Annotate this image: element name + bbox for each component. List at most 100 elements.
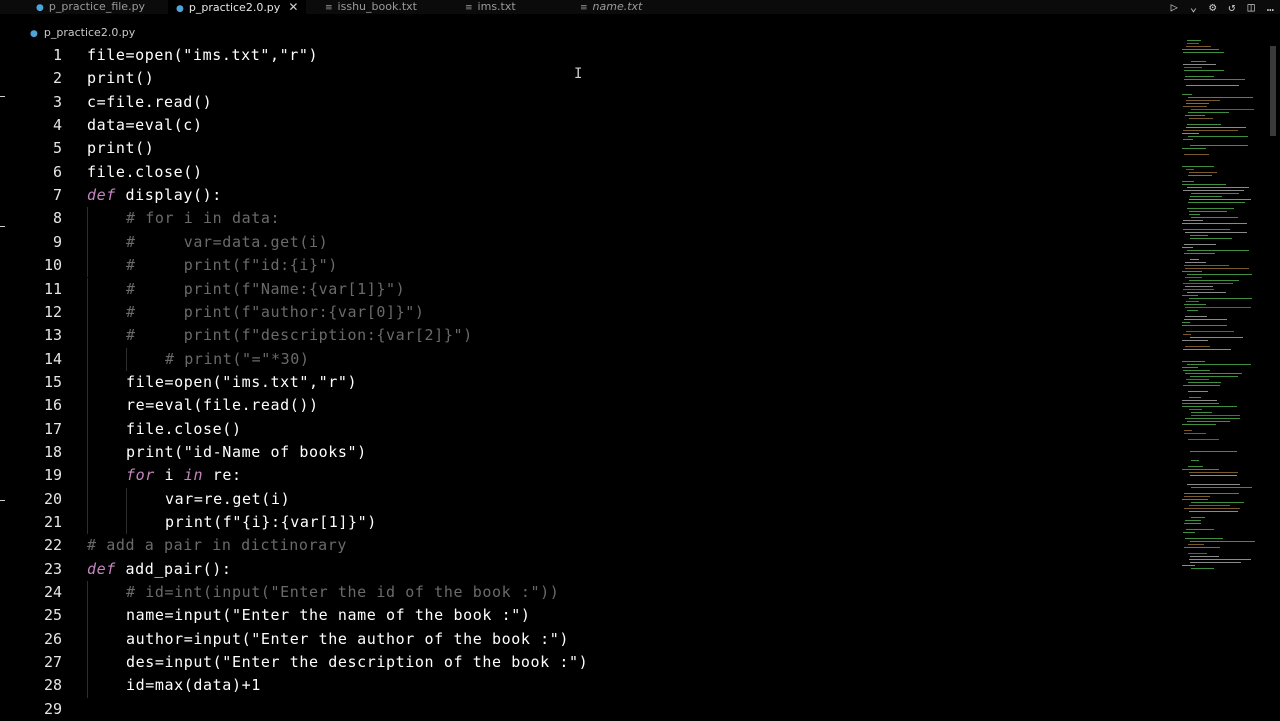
tab-4[interactable]: ≡ name.txt [572,0,650,14]
minimap-line [1185,316,1207,317]
code-line[interactable]: 15 file=open("ims.txt","r") [0,370,1170,395]
minimap-line [1191,412,1212,413]
code-line[interactable]: 12 # print(f"author:{var[0]}") [0,300,1170,325]
minimap-line [1190,556,1219,557]
code-line[interactable]: 25 name=input("Enter the name of the book… [0,604,1170,628]
minimap-line [1191,415,1240,416]
minimap-line [1184,433,1206,434]
minimap-line [1191,568,1214,569]
code-editor[interactable]: 1 file=open("ims.txt","r") 2 print() 3 c=file… [0,44,1170,720]
minimap-line [1185,520,1201,521]
minimap-line [1189,214,1200,215]
code-line[interactable]: 1 file=open("ims.txt","r") [0,44,1170,67]
breadcrumb-file: p_practice2.0.py [43,26,136,39]
tab-2[interactable]: ≡ isshu_book.txt [317,0,425,14]
indent-guide [87,324,88,348]
code-token: re: [203,466,242,485]
code-token: print("id-Name of books") [126,442,367,461]
code-line[interactable]: 10 # print(f"id:{i}") [0,254,1170,278]
minimap-line [1182,181,1194,182]
code-line[interactable]: 9 # var=data.get(i) [0,230,1170,255]
code-line[interactable]: 5 print() [0,137,1170,160]
minimap-line [1191,109,1254,110]
code-token: var=re.get(i) [165,489,291,508]
minimap-line [1187,274,1252,275]
minimap-line [1188,544,1204,545]
minimap-line [1182,184,1226,185]
comment-token: # add a pair in dictinorary [87,536,348,555]
code-line[interactable]: 26 author=input("Enter the author of the … [0,627,1170,652]
minimap-line [1185,115,1205,116]
minimap-line [1190,196,1222,197]
editor-actions: ▷ ⌄ ⚙ ↺ ◫ … [1171,0,1274,14]
minimap-line [1185,373,1242,374]
breadcrumb[interactable]: ● p_practice2.0.py [30,26,135,42]
code-line[interactable]: 21 print(f"{i}:{var[1]}") [0,511,1170,535]
minimap-line [1190,475,1237,476]
code-line[interactable]: 17 file.close() [0,417,1170,441]
minimap-line [1183,139,1193,140]
minimap-line [1188,391,1208,392]
minimap-line [1184,496,1210,497]
code-line[interactable]: 23 def add_pair(): [0,558,1170,581]
code-line[interactable]: 2 print() [0,67,1170,90]
minimap-line [1182,295,1198,296]
run-icon[interactable]: ▷ [1171,0,1178,14]
minimap-line [1182,223,1247,224]
code-line[interactable]: 28 id=max(data)+1 [0,674,1170,698]
tab-3[interactable]: ≡ ims.txt [457,0,524,14]
scrollbar-thumb[interactable] [1270,46,1276,136]
tab-0[interactable]: ● p_practice_file.py [28,0,153,14]
minimap-line [1187,250,1249,251]
code-line[interactable]: 27 des=input("Enter the description of th… [0,651,1170,675]
code-text: def add_pair(): [87,558,231,581]
line-number: 9 [52,232,62,251]
minimap-line [1186,100,1220,101]
minimap-line [1184,79,1245,80]
minimap[interactable] [1178,40,1268,580]
code-line[interactable]: 4 data=eval(c) [0,114,1170,137]
split-editor-icon[interactable]: ◫ [1248,0,1255,14]
code-text: file=open("ims.txt","r") [87,44,318,67]
minimap-line [1189,172,1217,173]
minimap-line [1189,559,1251,560]
minimap-line [1190,337,1243,338]
code-line[interactable]: 11 # print(f"Name:{var[1]}") [0,277,1170,301]
vertical-scrollbar[interactable] [1270,40,1278,720]
minimap-line [1187,421,1230,422]
close-icon[interactable]: ✕ [288,0,298,14]
code-line[interactable]: 14 # print("="*30) [0,347,1170,371]
minimap-line [1182,424,1216,425]
code-line[interactable]: 7 def display(): [0,184,1170,207]
code-line[interactable]: 24 # id=int(input("Enter the id of the bo… [0,581,1170,605]
minimap-line [1188,553,1207,554]
minimap-line [1189,211,1227,212]
history-icon[interactable]: ↺ [1228,0,1235,14]
more-icon[interactable]: … [1267,0,1274,14]
code-line[interactable]: 6 file.close() [0,161,1170,184]
code-line[interactable]: 13 # print(f"description:{var[2]}") [0,324,1170,348]
code-line[interactable]: 16 re=eval(file.read()) [0,394,1170,418]
code-line[interactable]: 22 # add a pair in dictinorary [0,534,1170,557]
indent-guide [87,370,88,395]
code-token: id=max(data)+1 [126,676,261,695]
comment-token: # print(f"id:{i}") [126,256,338,275]
code-line[interactable]: 18 print("id-Name of books") [0,440,1170,465]
chevron-down-icon[interactable]: ⌄ [1190,0,1197,14]
minimap-line [1187,124,1221,125]
comment-token: # var=data.get(i) [126,232,329,251]
keyword-token: for [126,466,155,485]
minimap-line [1188,175,1212,176]
code-line[interactable]: 29 [0,698,1170,721]
tab-1[interactable]: ● p_practice2.0.py ✕ [168,0,307,14]
code-line[interactable]: 19 for i in re: [0,464,1170,488]
code-text: des=input("Enter the description of the … [126,651,588,674]
line-number: 15 [43,372,62,391]
code-line[interactable]: 8 # for i in data: [0,207,1170,231]
code-line[interactable]: 20 var=re.get(i) [0,487,1170,511]
code-text: print("id-Name of books") [126,441,367,464]
indent-guide [87,604,88,628]
code-line[interactable]: 3 c=file.read() [0,91,1170,114]
minimap-line [1183,370,1210,371]
debug-icon[interactable]: ⚙ [1209,0,1216,14]
